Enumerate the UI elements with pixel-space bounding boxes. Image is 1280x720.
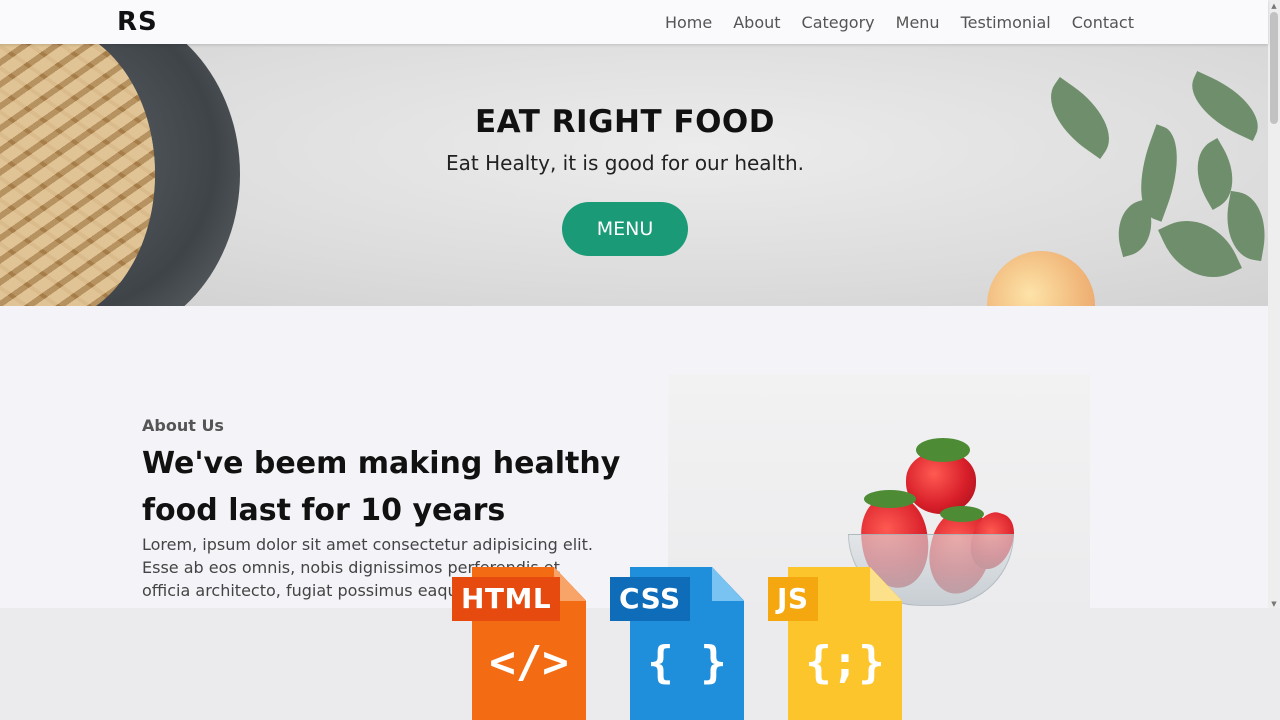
hero-subtitle: Eat Healty, it is good for our health. <box>446 151 804 175</box>
about-heading: We've beem making healthy food last for … <box>142 446 621 528</box>
html-file-tag: HTML <box>452 577 561 621</box>
js-code-symbol: {;} <box>805 637 885 688</box>
scroll-up-arrow-icon[interactable]: ▲ <box>1270 2 1278 10</box>
scrollbar[interactable]: ▲ ▼ <box>1268 0 1280 612</box>
hero-section: EAT RIGHT FOOD Eat Healty, it is good fo… <box>0 44 1268 306</box>
menu-button[interactable]: MENU <box>562 202 688 256</box>
strawberry-stem <box>916 438 970 462</box>
nav-link-about[interactable]: About <box>733 13 780 32</box>
nav-menu: Home About Category Menu Testimonial Con… <box>665 13 1134 32</box>
scroll-thumb[interactable] <box>1270 12 1278 124</box>
hero-title: EAT RIGHT FOOD <box>474 104 776 140</box>
nav-link-testimonial[interactable]: Testimonial <box>961 13 1051 32</box>
css-file-tag: CSS <box>610 577 690 621</box>
about-label: About Us <box>142 416 224 435</box>
navbar: RS Home About Category Menu Testimonial … <box>0 0 1268 44</box>
scroll-down-arrow-icon[interactable]: ▼ <box>1270 600 1278 608</box>
nav-link-category[interactable]: Category <box>802 13 875 32</box>
nav-link-home[interactable]: Home <box>665 13 712 32</box>
html-code-symbol: </> <box>489 637 569 688</box>
nav-link-contact[interactable]: Contact <box>1072 13 1134 32</box>
html-file-icon: HTML </> <box>452 567 586 720</box>
logo[interactable]: RS <box>117 7 158 37</box>
js-file-icon: JS {;} <box>768 567 902 720</box>
strawberry-stem <box>940 506 984 522</box>
css-file-icon: CSS { } <box>610 567 744 720</box>
nav-link-menu[interactable]: Menu <box>896 13 940 32</box>
js-file-tag: JS <box>768 577 818 621</box>
strawberry-stem <box>864 490 916 508</box>
page: EAT RIGHT FOOD Eat Healty, it is good fo… <box>0 0 1280 720</box>
css-braces-symbol: { } <box>647 637 727 688</box>
apple-image <box>987 251 1095 306</box>
